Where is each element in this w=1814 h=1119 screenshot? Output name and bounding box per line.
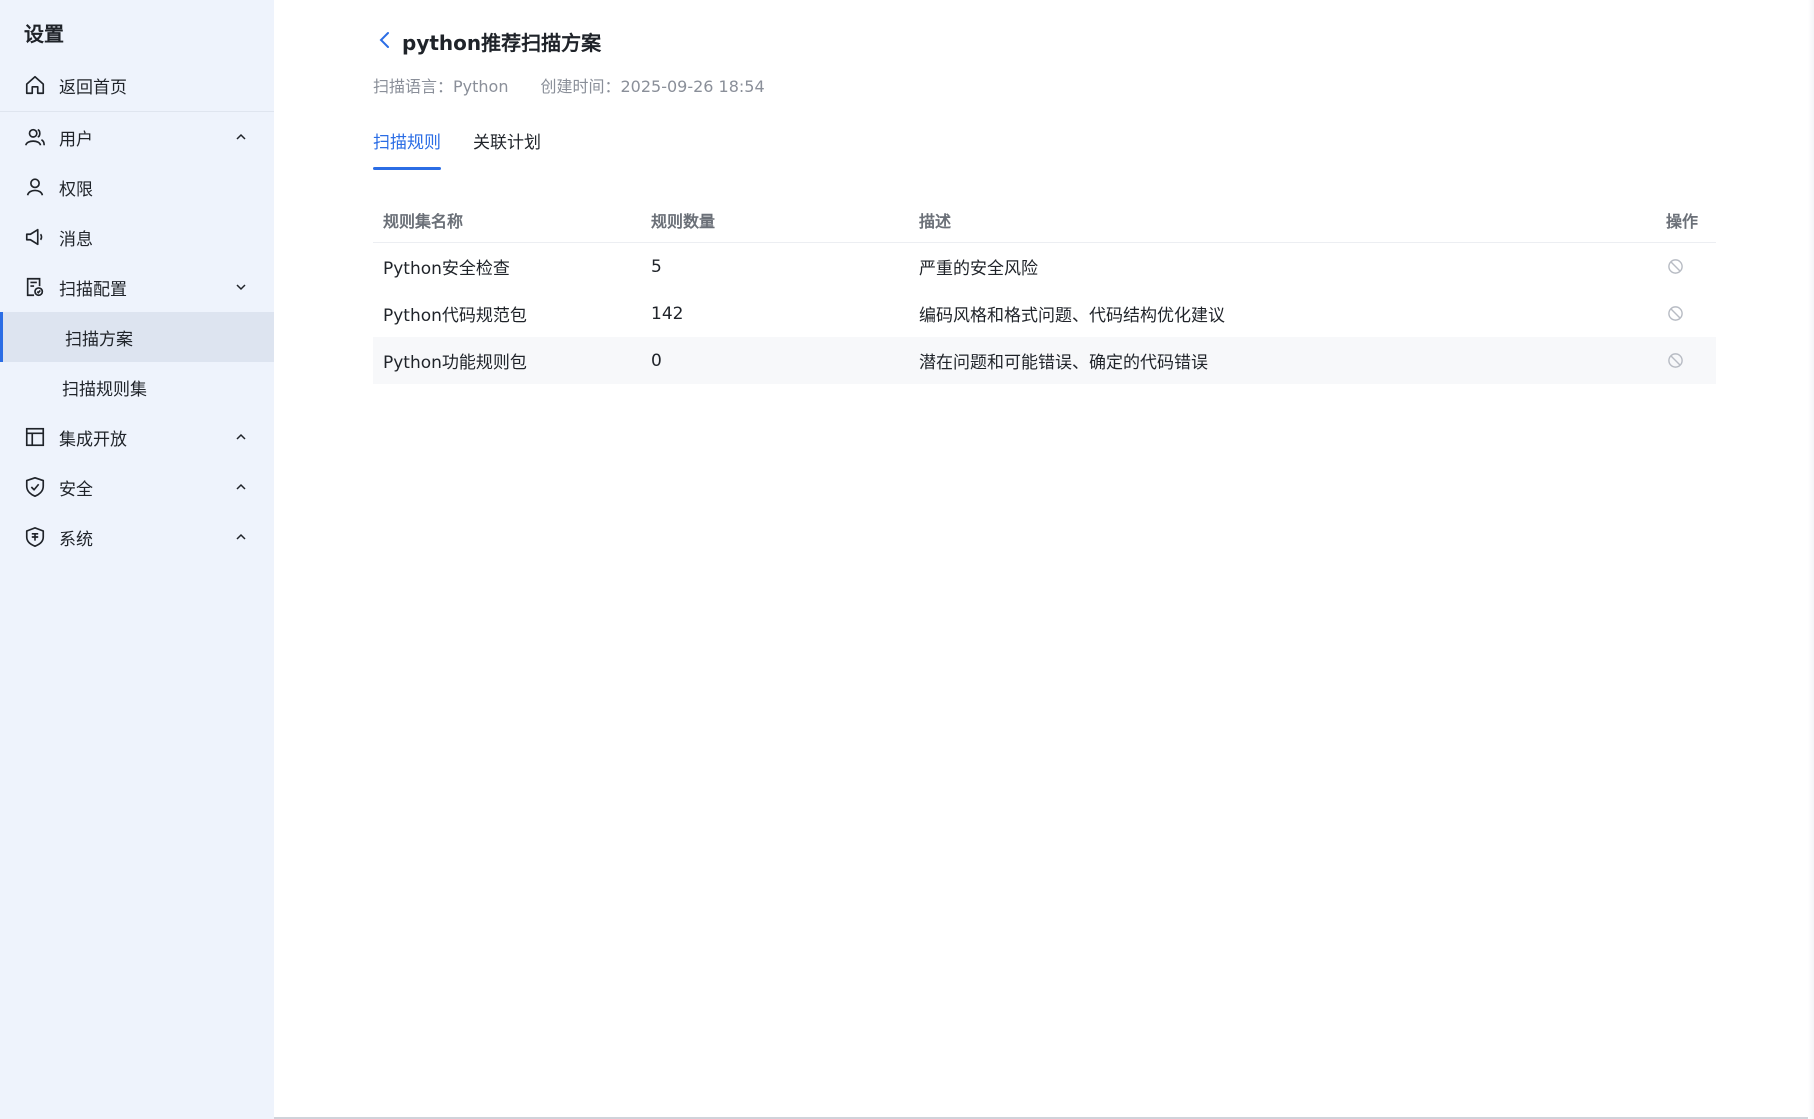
sidebar-item-label: 扫描配置 bbox=[59, 279, 127, 300]
sidebar-subitem-label: 扫描方案 bbox=[65, 329, 133, 350]
sidebar-subitem-scan-plan[interactable]: 扫描方案 bbox=[0, 312, 274, 362]
chevron-up-icon bbox=[234, 130, 248, 144]
disable-icon[interactable] bbox=[1666, 258, 1684, 276]
megaphone-icon bbox=[23, 225, 47, 249]
disable-icon[interactable] bbox=[1666, 352, 1684, 370]
sidebar: 设置 返回首页 用户 权限 消息 扫描配置 扫描方案 扫描规则集 集成开放 安全… bbox=[0, 0, 274, 1119]
system-shield-icon bbox=[23, 525, 47, 549]
sidebar-subitem-scan-ruleset[interactable]: 扫描规则集 bbox=[0, 362, 274, 412]
sidebar-item-label: 集成开放 bbox=[59, 429, 127, 450]
sidebar-item-users[interactable]: 用户 bbox=[0, 112, 274, 162]
scan-config-icon bbox=[23, 275, 47, 299]
back-button[interactable] bbox=[374, 28, 396, 52]
main-content: python推荐扫描方案 扫描语言：Python 创建时间：2025-09-26… bbox=[274, 0, 1814, 1119]
chevron-up-icon bbox=[234, 430, 248, 444]
rule-count: 0 bbox=[651, 350, 662, 371]
ruleset-name: Python功能规则包 bbox=[383, 353, 527, 373]
sidebar-item-scan-config[interactable]: 扫描配置 bbox=[0, 262, 274, 312]
person-icon bbox=[23, 175, 47, 199]
sidebar-item-home[interactable]: 返回首页 bbox=[0, 60, 274, 110]
sidebar-item-label: 系统 bbox=[59, 529, 93, 550]
tab-scan-rules[interactable]: 扫描规则 bbox=[373, 126, 441, 170]
sidebar-item-label: 返回首页 bbox=[59, 77, 127, 98]
page-title: python推荐扫描方案 bbox=[402, 31, 602, 55]
scan-language: 扫描语言：Python bbox=[373, 77, 509, 96]
shield-check-icon bbox=[23, 475, 47, 499]
tab-linked-plans[interactable]: 关联计划 bbox=[473, 126, 541, 170]
table-row: Python代码规范包 142 编码风格和格式问题、代码结构优化建议 bbox=[373, 290, 1716, 337]
sidebar-item-label: 安全 bbox=[59, 479, 93, 500]
sidebar-item-system[interactable]: 系统 bbox=[0, 512, 274, 562]
home-icon bbox=[23, 73, 47, 97]
sidebar-item-security[interactable]: 安全 bbox=[0, 462, 274, 512]
layout-icon bbox=[23, 425, 47, 449]
sidebar-item-label: 用户 bbox=[59, 129, 93, 150]
sidebar-item-messages[interactable]: 消息 bbox=[0, 212, 274, 262]
chevron-down-icon bbox=[234, 280, 248, 294]
ruleset-name: Python安全检查 bbox=[383, 259, 510, 279]
column-header-name: 规则集名称 bbox=[383, 212, 464, 231]
ruleset-table: 规则集名称 规则数量 描述 操作 Python安全检查 5 严重的安全风险 Py… bbox=[373, 198, 1716, 384]
chevron-up-icon bbox=[234, 480, 248, 494]
sidebar-title: 设置 bbox=[24, 22, 64, 46]
ruleset-name: Python代码规范包 bbox=[383, 306, 527, 326]
plan-meta: 扫描语言：Python 创建时间：2025-09-26 18:54 bbox=[373, 73, 765, 97]
ruleset-description: 严重的安全风险 bbox=[919, 259, 1038, 279]
window-right-edge bbox=[1808, 0, 1814, 1119]
chevron-up-icon bbox=[234, 530, 248, 544]
disable-icon[interactable] bbox=[1666, 305, 1684, 323]
rule-count: 142 bbox=[651, 303, 684, 324]
ruleset-description: 潜在问题和可能错误、确定的代码错误 bbox=[919, 353, 1208, 373]
sidebar-item-label: 消息 bbox=[59, 229, 93, 250]
table-header: 规则集名称 规则数量 描述 操作 bbox=[373, 198, 1716, 243]
sidebar-item-label: 权限 bbox=[59, 179, 93, 200]
sidebar-subitem-label: 扫描规则集 bbox=[62, 379, 147, 400]
column-header-description: 描述 bbox=[919, 212, 952, 231]
tab-bar: 扫描规则 关联计划 bbox=[373, 126, 573, 170]
chevron-left-icon bbox=[379, 32, 389, 48]
sidebar-item-integration[interactable]: 集成开放 bbox=[0, 412, 274, 462]
users-icon bbox=[23, 125, 47, 149]
created-time: 创建时间：2025-09-26 18:54 bbox=[540, 77, 765, 96]
table-row: Python功能规则包 0 潜在问题和可能错误、确定的代码错误 bbox=[373, 337, 1716, 384]
column-header-count: 规则数量 bbox=[651, 212, 716, 231]
column-header-actions: 操作 bbox=[1666, 212, 1699, 231]
ruleset-description: 编码风格和格式问题、代码结构优化建议 bbox=[919, 306, 1225, 326]
rule-count: 5 bbox=[651, 256, 662, 277]
table-row: Python安全检查 5 严重的安全风险 bbox=[373, 243, 1716, 290]
sidebar-item-permissions[interactable]: 权限 bbox=[0, 162, 274, 212]
